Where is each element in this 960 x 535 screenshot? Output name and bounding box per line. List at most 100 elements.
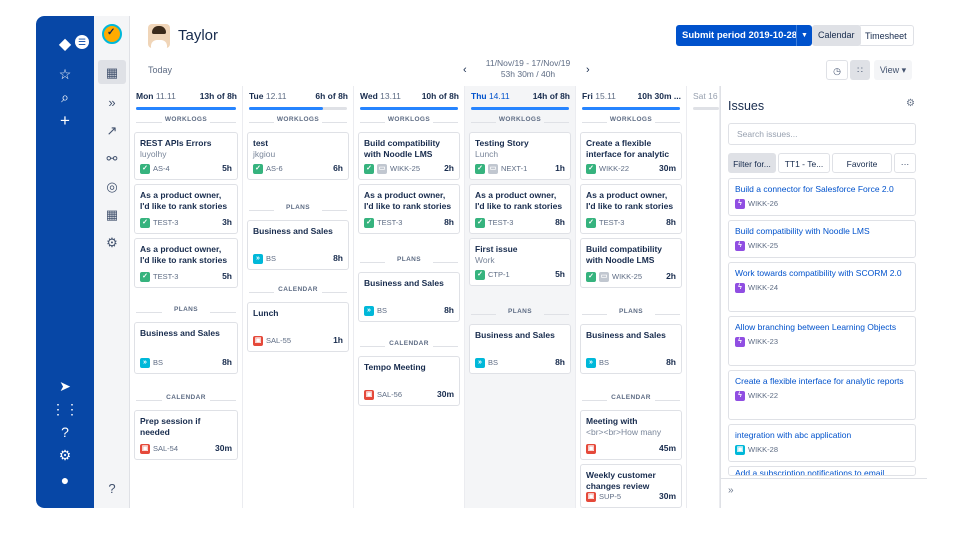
hierarchy-icon[interactable]: ⚯ bbox=[94, 151, 130, 167]
card-duration: 30m bbox=[214, 443, 232, 453]
chevron-down-icon[interactable]: ▼ bbox=[796, 25, 812, 46]
megaphone-icon[interactable]: ➤ bbox=[36, 378, 94, 395]
worklog-card[interactable]: As a product owner, I'd like to rank sto… bbox=[469, 184, 571, 234]
help-icon[interactable]: ? bbox=[36, 424, 94, 440]
issue-key: WIKK-25 bbox=[612, 272, 643, 281]
reports-icon[interactable]: ↗ bbox=[94, 123, 130, 139]
card-title: Business and Sales bbox=[364, 278, 444, 288]
menu-toggle-icon[interactable]: ☰ bbox=[75, 35, 89, 49]
day-name: Thu bbox=[471, 91, 487, 101]
settings-icon[interactable]: ⚙ bbox=[36, 447, 94, 464]
create-icon[interactable]: + bbox=[36, 111, 94, 131]
worklog-card[interactable]: Build compatibility with Noodle LMS ✓ ▭ WI… bbox=[580, 238, 682, 288]
calendar-card[interactable]: Tempo Meeting ▣ SAL-56 30m bbox=[358, 356, 460, 406]
issue-card[interactable]: Add a subscription notifications to emai… bbox=[728, 466, 916, 476]
epic-icon: ϟ bbox=[735, 337, 745, 348]
calendar-view-button[interactable]: Calendar bbox=[812, 25, 861, 46]
worklogs-label: WORKLOGS bbox=[582, 116, 680, 128]
filter-tab[interactable]: Filter for... bbox=[728, 153, 776, 173]
day-header: Mon 11.11 13h of 8h bbox=[130, 86, 242, 108]
plan-card[interactable]: Business and Sales » BS 8h bbox=[469, 324, 571, 374]
day-date: 16 bbox=[708, 91, 718, 101]
day-date: 15.11 bbox=[595, 91, 616, 101]
worklog-card[interactable]: Create a flexible interface for analytic… bbox=[580, 132, 682, 180]
worklog-card[interactable]: REST APIs Errors luyolhy ✓ AS-4 5h bbox=[134, 132, 238, 180]
card-duration: 1h bbox=[333, 335, 343, 345]
card-title: Lunch bbox=[253, 308, 279, 318]
next-week-icon[interactable]: › bbox=[586, 64, 590, 76]
card-duration: 45m bbox=[658, 443, 676, 453]
expand-panel-icon[interactable]: » bbox=[728, 485, 734, 496]
gear-icon[interactable]: ⚙ bbox=[906, 98, 915, 109]
issue-card[interactable]: Create a flexible interface for analytic… bbox=[728, 370, 916, 420]
app-switcher-icon[interactable]: ⋮⋮ bbox=[36, 401, 94, 418]
day-date: 11.11 bbox=[155, 91, 176, 101]
plan-card[interactable]: Business and Sales » BS 8h bbox=[580, 324, 682, 374]
day-hours: 10h 30m ... bbox=[637, 91, 681, 101]
issue-card[interactable]: Work towards compatibility with SCORM 2.… bbox=[728, 262, 916, 312]
forward-icon[interactable]: » bbox=[94, 95, 130, 110]
issue-key: WIKK-22 bbox=[599, 164, 630, 173]
help-circle-icon[interactable]: ? bbox=[94, 481, 130, 496]
issue-card[interactable]: Build a connector for Salesforce Force 2… bbox=[728, 178, 916, 216]
worklog-card[interactable]: Build compatibility with Noodle LMS ✓ ▭ WI… bbox=[358, 132, 460, 180]
config-icon[interactable]: ⚙ bbox=[94, 235, 130, 251]
story-check-icon: ✓ bbox=[253, 164, 263, 175]
day-header: Tue 12.11 6h of 8h bbox=[243, 86, 353, 108]
card-title: Weekly customer changes review bbox=[586, 470, 656, 491]
plan-card[interactable]: Business and Sales » BS 8h bbox=[134, 322, 238, 374]
calendar-card[interactable]: Prep session if needed ▣ SAL-54 30m bbox=[134, 410, 238, 460]
calendar-card[interactable]: Meeting with <br><br>How many ▣ 45m bbox=[580, 410, 682, 460]
worklog-card[interactable]: First issue Work ✓ CTP-1 5h bbox=[469, 238, 571, 286]
card-title: Business and Sales bbox=[140, 328, 220, 338]
day-name: Fri bbox=[582, 91, 593, 101]
star-icon[interactable]: ☆ bbox=[36, 66, 94, 83]
search-icon[interactable]: ⌕ bbox=[36, 89, 94, 106]
task-icon: ▣ bbox=[735, 445, 745, 456]
plan-card[interactable]: Business and Sales » BS 8h bbox=[358, 272, 460, 322]
clock-icon[interactable]: ◷ bbox=[826, 60, 848, 80]
issue-card[interactable]: Build compatibility with Noodle LMS ϟ WIK… bbox=[728, 220, 916, 258]
grid-icon[interactable]: ▦ bbox=[94, 207, 130, 223]
page-header: Taylor Submit period 2019-10-28 ▼ Calend… bbox=[130, 16, 927, 54]
submit-period-button[interactable]: Submit period 2019-10-28 ▼ bbox=[676, 25, 812, 46]
worklog-card[interactable]: As a product owner, I'd like to rank sto… bbox=[134, 184, 238, 234]
worklog-card[interactable]: Testing Story Lunch ✓ ▭ NEXT-1 1h bbox=[469, 132, 571, 180]
card-duration: 5h bbox=[222, 271, 232, 281]
more-filters-button[interactable]: ··· bbox=[894, 153, 916, 173]
issue-card[interactable]: integration with abc application ▣ WIKK-2… bbox=[728, 424, 916, 462]
issue-title: Allow branching between Learning Objects bbox=[735, 322, 897, 332]
day-hours: 10h of 8h bbox=[421, 91, 459, 101]
calendar-icon[interactable]: ▦ bbox=[94, 65, 130, 81]
team-icon[interactable]: ◎ bbox=[94, 179, 130, 195]
previous-week-icon[interactable]: ‹ bbox=[463, 64, 467, 76]
tempo-logo-icon[interactable] bbox=[102, 24, 122, 44]
card-title: REST APIs Errors bbox=[140, 138, 212, 148]
card-subtitle: jkgiou bbox=[253, 149, 276, 159]
view-menu-button[interactable]: View ▾ bbox=[874, 60, 912, 80]
user-name: Taylor bbox=[178, 27, 219, 44]
calendar-card[interactable]: Lunch ▣ SAL-55 1h bbox=[247, 302, 349, 352]
compact-view-icon[interactable]: ∷ bbox=[850, 60, 870, 80]
filter-tab[interactable]: TT1 - Te... bbox=[778, 153, 830, 173]
calendar-card[interactable]: Weekly customer changes review ▣ SUP-5 30m bbox=[580, 464, 682, 508]
search-input[interactable]: Search issues... bbox=[728, 123, 916, 145]
worklogs-label: WORKLOGS bbox=[360, 116, 458, 128]
day-progress bbox=[582, 107, 680, 110]
filter-tab[interactable]: Favorite bbox=[832, 153, 892, 173]
profile-avatar[interactable]: ● bbox=[36, 472, 94, 488]
plans-label: PLANS bbox=[136, 306, 236, 318]
worklog-card[interactable]: As a product owner, I'd like to rank sto… bbox=[358, 184, 460, 234]
card-title: Create a flexible interface for analytic bbox=[586, 138, 670, 159]
timesheet-view-button[interactable]: Timesheet bbox=[858, 25, 914, 46]
worklog-card[interactable]: As a product owner, I'd like to rank sto… bbox=[580, 184, 682, 234]
plan-card[interactable]: Business and Sales » BS 8h bbox=[247, 220, 349, 270]
worklog-card[interactable]: As a product owner, I'd like to rank sto… bbox=[134, 238, 238, 288]
issue-key: WIKK-28 bbox=[748, 445, 779, 454]
issue-card[interactable]: Allow branching between Learning Objects… bbox=[728, 316, 916, 366]
issue-key: CTP-1 bbox=[488, 270, 510, 279]
today-button[interactable]: Today bbox=[148, 65, 172, 75]
calendar-event-icon: ▣ bbox=[586, 492, 596, 503]
worklog-card[interactable]: test jkgiou ✓ AS-6 6h bbox=[247, 132, 349, 180]
card-title: Build compatibility with Noodle LMS bbox=[586, 244, 663, 265]
